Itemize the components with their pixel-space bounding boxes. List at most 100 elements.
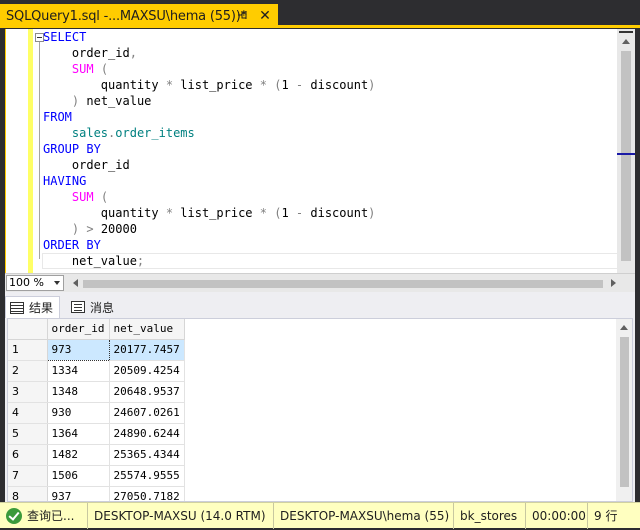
cell-order-id[interactable]: 1506 bbox=[47, 465, 110, 487]
table-row[interactable]: 3 1348 20648.9537 bbox=[8, 381, 185, 403]
code-token: * bbox=[259, 206, 267, 220]
row-number[interactable]: 6 bbox=[8, 444, 48, 466]
status-elapsed-time: 00:00:00 bbox=[526, 502, 588, 529]
table-row[interactable]: 6 1482 25365.4344 bbox=[8, 444, 185, 466]
scroll-left-arrow-icon[interactable] bbox=[73, 279, 78, 287]
editor-horizontal-scrollbar[interactable] bbox=[71, 277, 631, 290]
column-header[interactable]: order_id bbox=[47, 319, 110, 340]
cell-order-id[interactable]: 937 bbox=[47, 486, 110, 501]
tab-results[interactable]: 结果 bbox=[5, 296, 61, 318]
chevron-down-icon bbox=[54, 281, 60, 285]
code-token: order_id bbox=[43, 46, 130, 60]
code-line[interactable]: SUM ( bbox=[43, 189, 375, 205]
table-row[interactable]: 1 973 20177.7457 bbox=[8, 338, 185, 361]
results-table: order_id net_value 1 973 20177.7457 2 1334 20… bbox=[8, 319, 185, 501]
scroll-thumb[interactable] bbox=[621, 51, 631, 261]
row-number[interactable]: 2 bbox=[8, 360, 48, 382]
query-status-bar: 查询已... DESKTOP-MAXSU (14.0 RTM) DESKTOP-… bbox=[0, 502, 640, 529]
code-token: net_value bbox=[43, 254, 137, 268]
tab-messages[interactable]: 消息 bbox=[67, 296, 120, 318]
cell-net-value[interactable]: 25574.9555 bbox=[109, 465, 185, 487]
scroll-right-arrow-icon[interactable] bbox=[611, 279, 616, 287]
cell-order-id[interactable]: 1364 bbox=[47, 423, 110, 445]
cell-net-value[interactable]: 20648.9537 bbox=[109, 381, 185, 403]
cell-order-id[interactable]: 1348 bbox=[47, 381, 110, 403]
cell-order-id[interactable]: 930 bbox=[47, 402, 110, 424]
pin-icon[interactable] bbox=[237, 9, 249, 21]
code-line[interactable]: FROM bbox=[43, 109, 375, 125]
code-line[interactable]: quantity * list_price * (1 - discount) bbox=[43, 205, 376, 221]
grid-icon bbox=[10, 301, 24, 314]
results-grid[interactable]: order_id net_value 1 973 20177.7457 2 1334 20… bbox=[7, 318, 633, 502]
editor-vertical-scrollbar[interactable] bbox=[617, 29, 635, 273]
row-number[interactable]: 7 bbox=[8, 465, 48, 487]
scroll-thumb[interactable] bbox=[83, 280, 603, 288]
row-number[interactable]: 3 bbox=[8, 381, 48, 403]
code-line[interactable]: SELECT bbox=[43, 29, 375, 45]
code-token: * bbox=[259, 78, 267, 92]
code-line[interactable]: sales.order_items bbox=[43, 125, 375, 141]
change-tracking-bar bbox=[28, 29, 33, 273]
cell-net-value[interactable]: 24607.0261 bbox=[109, 402, 185, 424]
sql-editor[interactable]: SELECT order_id, SUM ( quantity * list_p… bbox=[5, 29, 635, 273]
results-panel: 结果 消息 order_id net_value 1 973 20177.7457 2… bbox=[5, 292, 635, 502]
code-line[interactable]: quantity * list_price * (1 - discount) bbox=[43, 77, 376, 93]
cell-order-id[interactable]: 1334 bbox=[47, 360, 110, 382]
table-row[interactable]: 7 1506 25574.9555 bbox=[8, 465, 185, 487]
code-line[interactable]: HAVING bbox=[43, 173, 375, 189]
row-header-corner[interactable] bbox=[8, 319, 48, 340]
scroll-thumb[interactable] bbox=[620, 337, 629, 487]
code-token: 1 bbox=[281, 206, 289, 220]
code-line[interactable]: SUM ( bbox=[43, 61, 375, 77]
code-token: net_value bbox=[79, 94, 152, 108]
document-tab-sqlquery1[interactable]: SQLQuery1.sql -...MAXSU\hema (55))* ✕ bbox=[0, 4, 278, 28]
code-line[interactable]: ) net_value bbox=[43, 93, 375, 109]
code-line[interactable]: ) > 20000 bbox=[43, 221, 375, 237]
status-row-count: 9 行 bbox=[594, 509, 618, 523]
close-icon[interactable]: ✕ bbox=[258, 8, 272, 22]
code-token: discount bbox=[303, 206, 369, 220]
zoom-level-select[interactable]: 100 % bbox=[6, 275, 64, 291]
scroll-up-arrow-icon[interactable] bbox=[622, 39, 630, 44]
results-tabs: 结果 消息 bbox=[5, 296, 635, 318]
cell-net-value[interactable]: 24890.6244 bbox=[109, 423, 185, 445]
cell-net-value[interactable]: 20509.4254 bbox=[109, 360, 185, 382]
code-line[interactable]: GROUP BY bbox=[43, 141, 375, 157]
table-row[interactable]: 4 930 24607.0261 bbox=[8, 402, 185, 424]
cell-order-id[interactable]: 1482 bbox=[47, 444, 110, 466]
code-line[interactable]: order_id, bbox=[43, 45, 375, 61]
table-row[interactable]: 8 937 27050.7182 bbox=[8, 486, 185, 501]
splitter-handle-icon[interactable] bbox=[619, 31, 633, 35]
row-number[interactable]: 1 bbox=[8, 339, 48, 361]
table-row[interactable]: 5 1364 24890.6244 bbox=[8, 423, 185, 445]
row-number[interactable]: 8 bbox=[8, 486, 48, 501]
code-token: quantity bbox=[43, 206, 166, 220]
code-line[interactable]: ORDER BY bbox=[43, 237, 375, 253]
code-token: ( bbox=[267, 206, 282, 220]
code-token: > bbox=[79, 222, 94, 236]
row-number[interactable]: 4 bbox=[8, 402, 48, 424]
code-token: HAVING bbox=[43, 174, 87, 188]
code-token: discount bbox=[303, 78, 369, 92]
code-line[interactable]: net_value; bbox=[43, 253, 375, 269]
code-token: order_items bbox=[115, 126, 195, 140]
cell-net-value[interactable]: 20177.7457 bbox=[109, 339, 185, 361]
zoom-level-value: 100 % bbox=[9, 276, 44, 289]
column-header[interactable]: net_value bbox=[109, 319, 185, 340]
table-row[interactable]: 2 1334 20509.4254 bbox=[8, 360, 185, 382]
code-token: sales bbox=[43, 126, 109, 140]
sql-code[interactable]: SELECT order_id, SUM ( quantity * list_p… bbox=[43, 29, 375, 269]
row-number[interactable]: 5 bbox=[8, 423, 48, 445]
code-line[interactable]: order_id bbox=[43, 157, 375, 173]
code-token: GROUP BY bbox=[43, 142, 101, 156]
cell-net-value[interactable]: 27050.7182 bbox=[109, 486, 185, 501]
cell-order-id[interactable]: 973 bbox=[46, 338, 110, 361]
status-server: DESKTOP-MAXSU (14.0 RTM) bbox=[88, 502, 274, 529]
cell-net-value[interactable]: 25365.4344 bbox=[109, 444, 185, 466]
code-token: ; bbox=[136, 254, 145, 268]
grid-vertical-scrollbar[interactable] bbox=[616, 319, 632, 501]
scroll-up-arrow-icon[interactable] bbox=[620, 325, 628, 330]
